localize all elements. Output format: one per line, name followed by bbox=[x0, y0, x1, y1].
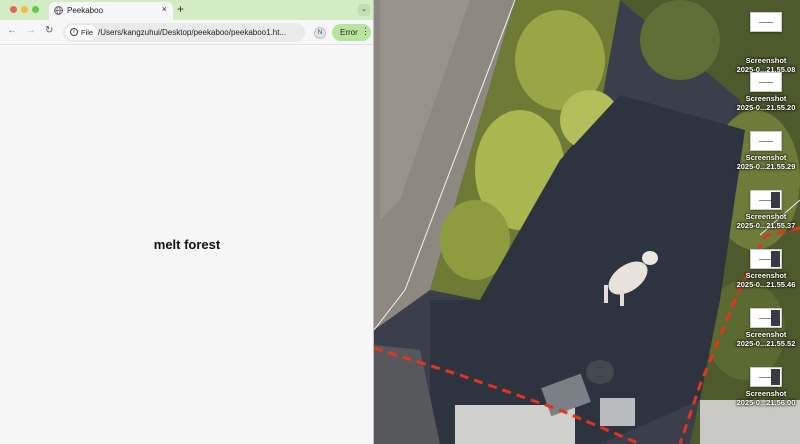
page-content: melt forest bbox=[0, 45, 373, 444]
desktop-icon[interactable] bbox=[728, 12, 800, 34]
screenshot-thumbnail-icon bbox=[750, 190, 782, 210]
site-info-label: File bbox=[81, 28, 94, 37]
desktop-icon-label-line2: 2025-0...21.56.00 bbox=[736, 398, 796, 407]
desktop-icon-label-line2: 2025-0...21.55.29 bbox=[736, 162, 796, 171]
screenshot-thumbnail-icon bbox=[750, 12, 782, 32]
screenshot-thumbnail-icon bbox=[750, 131, 782, 151]
browser-menu-icon[interactable]: ⋮ bbox=[361, 26, 370, 37]
page-heading: melt forest bbox=[153, 237, 221, 252]
desktop-icon-label-line1: Screenshot bbox=[745, 212, 787, 221]
desktop-icon-label-line1: Screenshot bbox=[745, 94, 787, 103]
tab-close-icon[interactable]: × bbox=[162, 4, 167, 14]
tab-search-button[interactable]: ⌄ bbox=[358, 4, 370, 16]
desktop-icon[interactable]: Screenshot 2025-0...21.55.52 bbox=[728, 308, 800, 348]
screenshot-thumbnail-icon bbox=[750, 367, 782, 387]
reload-button[interactable]: ↻ bbox=[45, 25, 53, 36]
info-icon: i bbox=[70, 28, 78, 36]
desktop-icon-label-line2: 2025-0...21.55.37 bbox=[736, 221, 796, 230]
tab-peekaboo[interactable]: Peekaboo × bbox=[49, 2, 173, 20]
desktop-icon[interactable]: Screenshot 2025-0...21.55.08 bbox=[728, 34, 800, 74]
desktop-icon-label-line1: Screenshot bbox=[745, 56, 787, 65]
desktop-icon-label-line1: Screenshot bbox=[745, 153, 787, 162]
desktop-icon-label-line2: 2025-0...21.55.46 bbox=[736, 280, 796, 289]
tab-strip: Peekaboo × + ⌄ bbox=[0, 0, 373, 20]
back-button[interactable]: ← bbox=[7, 25, 17, 36]
desktop-icon-label-line1: Screenshot bbox=[745, 389, 787, 398]
screenshot-thumbnail-icon bbox=[750, 308, 782, 328]
desktop-icon-label-line1: Screenshot bbox=[745, 330, 787, 339]
tab-title: Peekaboo bbox=[67, 6, 104, 15]
site-info-chip[interactable]: i File bbox=[66, 25, 97, 40]
globe-icon bbox=[54, 6, 63, 15]
desktop-icon[interactable]: Screenshot 2025-0...21.55.37 bbox=[728, 190, 800, 230]
desktop-icon[interactable]: Screenshot 2025-0...21.55.29 bbox=[728, 131, 800, 171]
desktop-icon[interactable]: Screenshot 2025-0...21.56.00 bbox=[728, 367, 800, 407]
window-minimize-button[interactable] bbox=[21, 6, 28, 13]
address-bar[interactable]: i File /Users/kangzuhui/Desktop/peekaboo… bbox=[63, 23, 360, 42]
browser-window: Peekaboo × + ⌄ ← → ↻ i File /Users/kangz… bbox=[0, 0, 374, 444]
browser-toolbar: ← → ↻ i File /Users/kangzuhui/Desktop/pe… bbox=[0, 20, 373, 45]
desktop-icon[interactable]: Screenshot 2025-0...21.55.46 bbox=[728, 249, 800, 289]
window-maximize-button[interactable] bbox=[32, 6, 39, 13]
screenshot-thumbnail-icon bbox=[750, 249, 782, 269]
screenshot-thumbnail-icon bbox=[750, 72, 782, 92]
error-button[interactable]: Error ⋮ bbox=[332, 24, 371, 41]
desktop-icon-label-line1: Screenshot bbox=[745, 271, 787, 280]
forward-button[interactable]: → bbox=[26, 25, 36, 36]
new-tab-button[interactable]: + bbox=[177, 2, 184, 16]
desktop-icon-label-line2: 2025-0...21.55.20 bbox=[736, 103, 796, 112]
url-text[interactable]: /Users/kangzuhui/Desktop/peekaboo/peekab… bbox=[98, 28, 286, 37]
profile-avatar[interactable]: N bbox=[314, 27, 326, 39]
desktop-icon[interactable]: Screenshot 2025-0...21.55.20 bbox=[728, 72, 800, 112]
window-close-button[interactable] bbox=[10, 6, 17, 13]
error-label: Error bbox=[340, 28, 358, 37]
desktop-icon-label-line2: 2025-0...21.55.52 bbox=[736, 339, 796, 348]
